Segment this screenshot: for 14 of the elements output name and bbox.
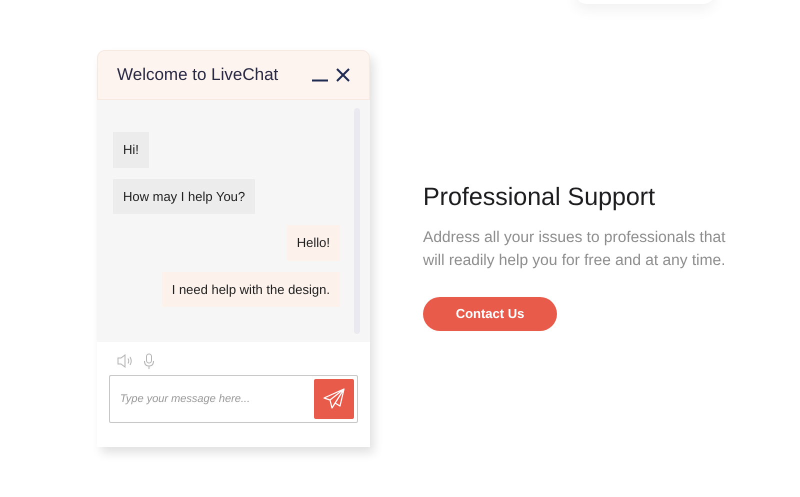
microphone-icon[interactable] (143, 352, 155, 370)
send-icon (323, 388, 345, 410)
message-input[interactable]: Type your message here... (109, 375, 358, 423)
contact-button[interactable]: Contact Us (423, 297, 557, 331)
feature-description: Address all your issues to professionals that will readily help you for free and at any time. (423, 228, 726, 271)
speaker-icon[interactable] (117, 353, 133, 369)
user-message: I need help with the design. (162, 272, 340, 307)
window-title: Welcome to LiveChat (117, 64, 280, 86)
user-message: Hello! (286, 225, 340, 260)
feature-title: Professional Support (423, 182, 656, 213)
agent-message: Hi! (113, 132, 149, 168)
agent-message: How may I help You? (113, 178, 256, 214)
send-button[interactable] (314, 379, 354, 419)
close-icon[interactable] (336, 68, 350, 82)
